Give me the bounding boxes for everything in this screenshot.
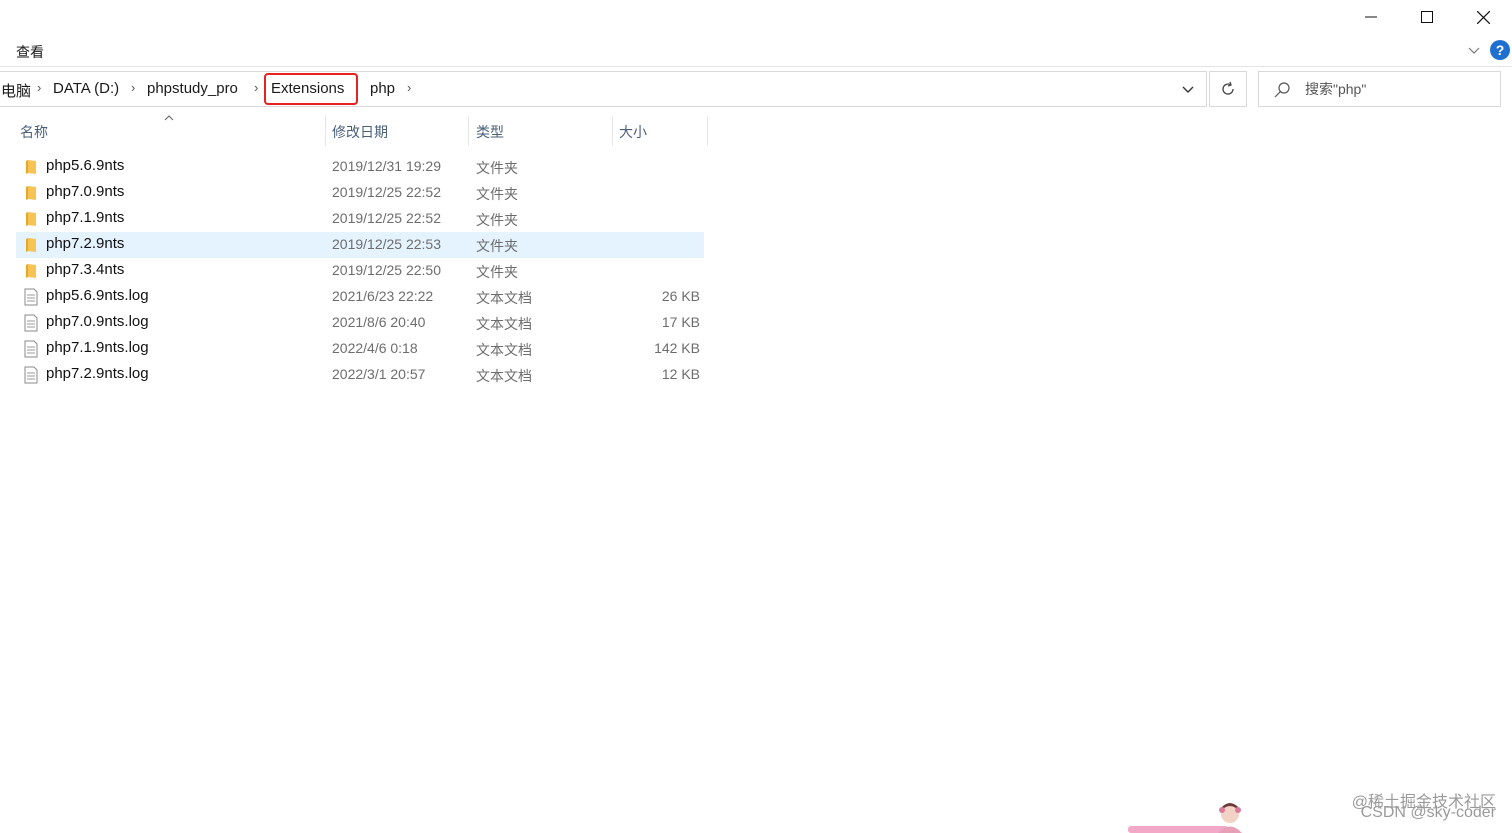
- file-name: php7.1.9nts.log: [46, 339, 149, 356]
- file-row[interactable]: php7.2.9nts.log 2022/3/1 20:57 文本文档 12 K…: [16, 362, 704, 388]
- file-name: php5.6.9nts.log: [46, 287, 149, 304]
- ribbon: 查看 ?: [0, 36, 1512, 67]
- watermark-csdn: CSDN @sky-coder: [1360, 804, 1496, 821]
- file-row-selected[interactable]: php7.2.9nts 2019/12/25 22:53 文件夹: [16, 232, 704, 258]
- file-type: 文件夹: [476, 212, 518, 228]
- title-bar: [0, 0, 1512, 36]
- file-size: 26 KB: [661, 288, 700, 304]
- file-date: 2019/12/25 22:53: [332, 236, 441, 252]
- file-row[interactable]: php7.1.9nts.log 2022/4/6 0:18 文本文档 142 K…: [16, 336, 704, 362]
- text-file-icon: [24, 314, 38, 332]
- file-row[interactable]: php7.0.9nts.log 2021/8/6 20:40 文本文档 17 K…: [16, 310, 704, 336]
- file-size: 17 KB: [661, 314, 700, 330]
- breadcrumb-item-drive[interactable]: DATA (D:): [53, 80, 119, 97]
- column-divider[interactable]: [707, 116, 708, 146]
- search-input[interactable]: [1305, 78, 1490, 100]
- breadcrumb-item-pc[interactable]: 电脑: [1, 80, 31, 101]
- file-row[interactable]: php7.1.9nts 2019/12/25 22:52 文件夹: [16, 206, 704, 232]
- file-type: 文件夹: [476, 160, 518, 176]
- file-date: 2019/12/25 22:52: [332, 184, 441, 200]
- avatar-icon: [1218, 803, 1242, 833]
- text-file-icon: [24, 340, 38, 358]
- file-row[interactable]: php7.0.9nts 2019/12/25 22:52 文件夹: [16, 180, 704, 206]
- folder-icon: [26, 264, 36, 278]
- file-date: 2021/6/23 22:22: [332, 288, 434, 304]
- help-icon: ?: [1495, 42, 1505, 58]
- chevron-right-icon[interactable]: ›: [131, 80, 135, 95]
- folder-icon: [26, 238, 36, 252]
- ribbon-tab-view[interactable]: 查看: [16, 42, 44, 62]
- file-name: php5.6.9nts: [46, 157, 125, 174]
- column-divider[interactable]: [325, 116, 326, 146]
- search-icon: [1274, 82, 1290, 98]
- column-header-name[interactable]: 名称: [20, 122, 48, 142]
- file-type: 文件夹: [476, 186, 518, 202]
- text-file-icon: [24, 288, 38, 306]
- file-date: 2019/12/31 19:29: [332, 158, 441, 174]
- minimize-button[interactable]: [1343, 0, 1399, 34]
- address-bar[interactable]: 电脑 › DATA (D:) › phpstudy_pro › Extensio…: [0, 71, 1207, 107]
- chevron-right-icon[interactable]: ›: [254, 80, 258, 95]
- chevron-right-icon[interactable]: ›: [37, 80, 41, 95]
- file-name: php7.2.9nts: [46, 235, 125, 252]
- file-row[interactable]: php5.6.9nts.log 2021/6/23 22:22 文本文档 26 …: [16, 284, 704, 310]
- file-type: 文件夹: [476, 264, 518, 280]
- chevron-right-icon[interactable]: ›: [407, 80, 411, 95]
- file-type: 文本文档: [476, 316, 532, 332]
- file-type: 文本文档: [476, 290, 532, 306]
- file-name: php7.1.9nts: [46, 209, 125, 226]
- file-date: 2021/8/6 20:40: [332, 314, 426, 330]
- close-button[interactable]: [1455, 0, 1511, 34]
- chevron-down-icon[interactable]: [1177, 82, 1199, 98]
- text-file-icon: [24, 366, 38, 384]
- folder-icon: [26, 186, 36, 200]
- refresh-button[interactable]: [1209, 71, 1247, 107]
- file-name: php7.2.9nts.log: [46, 365, 149, 382]
- file-name: php7.3.4nts: [46, 261, 125, 278]
- close-icon: [1476, 10, 1490, 24]
- column-header-date[interactable]: 修改日期: [332, 122, 388, 142]
- column-divider[interactable]: [612, 116, 613, 146]
- help-button[interactable]: ?: [1490, 40, 1510, 60]
- maximize-button[interactable]: [1399, 0, 1455, 34]
- file-name: php7.0.9nts.log: [46, 313, 149, 330]
- file-type: 文件夹: [476, 238, 518, 254]
- refresh-icon: [1222, 81, 1234, 95]
- file-type: 文本文档: [476, 368, 532, 384]
- file-type: 文本文档: [476, 342, 532, 358]
- file-date: 2022/3/1 20:57: [332, 366, 426, 382]
- file-date: 2019/12/25 22:52: [332, 210, 441, 226]
- column-header-row: 名称 修改日期 类型 大小: [16, 116, 708, 146]
- minimize-icon: [1365, 16, 1377, 18]
- breadcrumb-item-php[interactable]: php: [370, 80, 395, 97]
- folder-icon: [26, 212, 36, 226]
- file-row[interactable]: php5.6.9nts 2019/12/31 19:29 文件夹: [16, 154, 704, 180]
- column-header-type[interactable]: 类型: [476, 122, 504, 142]
- folder-icon: [26, 160, 36, 174]
- maximize-icon: [1421, 11, 1433, 23]
- file-date: 2022/4/6 0:18: [332, 340, 418, 356]
- breadcrumb-item-phpstudy[interactable]: phpstudy_pro: [147, 80, 238, 97]
- file-date: 2019/12/25 22:50: [332, 262, 441, 278]
- file-name: php7.0.9nts: [46, 183, 125, 200]
- column-divider[interactable]: [468, 116, 469, 146]
- highlight-annotation: [264, 73, 358, 105]
- file-size: 142 KB: [654, 340, 700, 356]
- search-box[interactable]: [1258, 71, 1501, 107]
- file-row[interactable]: php7.3.4nts 2019/12/25 22:50 文件夹: [16, 258, 704, 284]
- file-size: 12 KB: [661, 366, 700, 382]
- column-header-size[interactable]: 大小: [619, 122, 647, 142]
- chevron-down-icon[interactable]: [1466, 42, 1482, 58]
